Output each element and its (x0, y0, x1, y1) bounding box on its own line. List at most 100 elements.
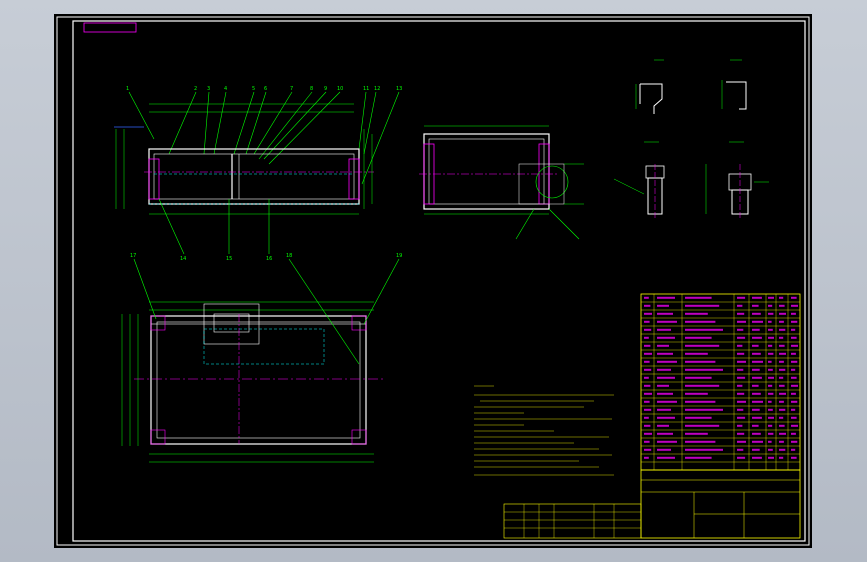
svg-text:13: 13 (396, 86, 402, 92)
parts-cell-text (644, 360, 650, 363)
parts-cell-text (779, 320, 784, 323)
parts-cell-text (779, 352, 786, 355)
parts-cell-text (685, 376, 712, 379)
parts-cell-text (737, 360, 746, 363)
parts-cell-text (791, 456, 797, 459)
parts-cell-text (685, 448, 723, 451)
parts-cell-text (779, 392, 786, 395)
parts-cell-text (779, 424, 785, 427)
parts-cell-text (737, 368, 744, 371)
svg-text:15: 15 (226, 256, 232, 262)
parts-cell-text (737, 424, 743, 427)
parts-cell-text (752, 456, 762, 459)
parts-cell-text (657, 320, 677, 323)
parts-cell-text (685, 312, 708, 315)
parts-cell-text (644, 400, 650, 403)
parts-cell-text (644, 432, 652, 435)
parts-cell-text (737, 296, 746, 299)
parts-cell-text (791, 328, 796, 331)
parts-cell-text (791, 376, 797, 379)
parts-cell-text (644, 376, 649, 379)
parts-cell-text (644, 344, 651, 347)
parts-cell-text (791, 384, 798, 387)
parts-cell-text (737, 312, 745, 315)
parts-cell-text (779, 328, 786, 331)
parts-cell-text (752, 336, 762, 339)
parts-cell-text (737, 448, 744, 451)
svg-text:2: 2 (194, 86, 197, 92)
parts-cell-text (657, 408, 671, 411)
parts-cell-text (657, 328, 671, 331)
parts-cell-text (737, 304, 743, 307)
parts-cell-text (779, 336, 784, 339)
parts-cell-text (685, 408, 723, 411)
parts-cell-text (644, 304, 651, 307)
parts-cell-text (644, 440, 650, 443)
svg-text:14: 14 (180, 256, 186, 262)
parts-cell-text (752, 416, 762, 419)
parts-cell-text (644, 296, 649, 299)
parts-cell-text (737, 456, 746, 459)
parts-cell-text (791, 368, 796, 371)
parts-cell-text (752, 368, 760, 371)
parts-cell-text (737, 328, 744, 331)
parts-cell-text (779, 296, 784, 299)
parts-cell-text (752, 408, 760, 411)
parts-cell-text (752, 432, 761, 435)
parts-cell-text (779, 376, 784, 379)
svg-text:11: 11 (363, 86, 369, 92)
parts-cell-text (779, 440, 784, 443)
parts-cell-text (768, 352, 774, 355)
parts-cell-text (644, 352, 652, 355)
parts-cell-text (657, 448, 671, 451)
parts-cell-text (657, 400, 677, 403)
parts-cell-text (644, 416, 649, 419)
parts-cell-text (737, 384, 743, 387)
parts-cell-text (791, 432, 796, 435)
parts-cell-text (685, 296, 712, 299)
parts-cell-text (644, 328, 652, 331)
parts-cell-text (657, 368, 671, 371)
parts-cell-text (779, 408, 786, 411)
parts-cell-text (768, 424, 773, 427)
cad-viewport: 123 456 789 10 11 12 13 14 15 16 17 18 1… (0, 0, 867, 562)
parts-cell-text (779, 312, 786, 315)
parts-cell-text (737, 376, 746, 379)
svg-text:10: 10 (337, 86, 343, 92)
parts-cell-text (685, 368, 723, 371)
parts-cell-text (657, 312, 673, 315)
parts-cell-text (644, 320, 650, 323)
parts-cell-text (737, 416, 746, 419)
parts-cell-text (779, 400, 784, 403)
parts-cell-text (737, 432, 745, 435)
parts-cell-text (685, 400, 716, 403)
parts-cell-text (685, 336, 712, 339)
parts-cell-text (685, 352, 708, 355)
parts-cell-text (768, 296, 774, 299)
parts-cell-text (657, 376, 675, 379)
parts-cell-text (791, 320, 798, 323)
drawing-canvas[interactable]: 123 456 789 10 11 12 13 14 15 16 17 18 1… (54, 14, 812, 548)
parts-cell-text (657, 424, 669, 427)
parts-cell-text (644, 456, 649, 459)
parts-cell-text (644, 368, 652, 371)
parts-cell-text (752, 304, 759, 307)
parts-cell-text (768, 368, 773, 371)
svg-text:17: 17 (130, 253, 136, 259)
parts-cell-text (657, 352, 673, 355)
parts-cell-text (752, 312, 761, 315)
parts-cell-text (752, 440, 763, 443)
svg-text:9: 9 (324, 86, 327, 92)
parts-cell-text (644, 312, 652, 315)
parts-cell-text (685, 424, 720, 427)
parts-cell-text (779, 360, 784, 363)
parts-cell-text (737, 408, 744, 411)
front-view: 123 456 789 10 11 12 13 14 15 16 (114, 86, 402, 262)
parts-cell-text (768, 416, 774, 419)
parts-cell-text (644, 424, 651, 427)
parts-cell-text (752, 344, 759, 347)
svg-text:19: 19 (396, 253, 402, 259)
parts-cell-text (768, 392, 774, 395)
parts-cell-text (768, 344, 773, 347)
parts-cell-text (644, 408, 652, 411)
